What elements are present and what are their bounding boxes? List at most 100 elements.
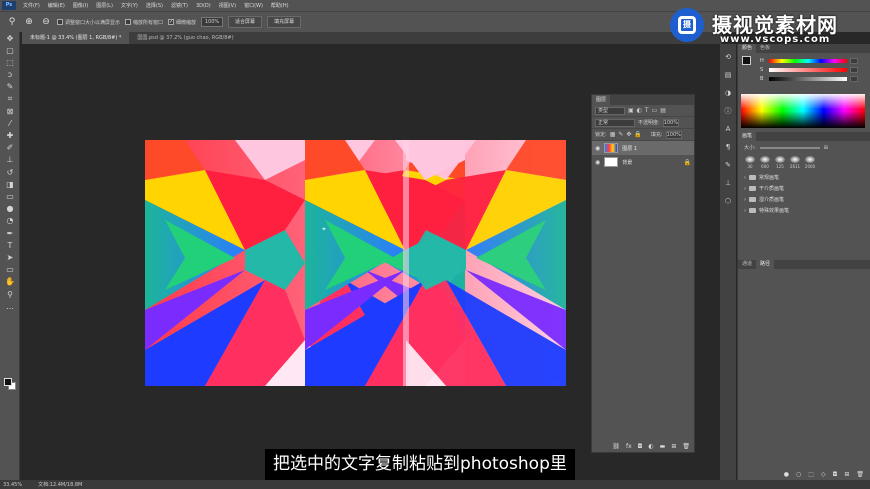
status-zoom[interactable]: 33.45% bbox=[3, 482, 22, 488]
add-mask-icon[interactable]: ◘ bbox=[833, 471, 838, 478]
delete-layer-icon[interactable]: 🗑 bbox=[682, 443, 690, 450]
healing-tool-icon[interactable]: ✚ bbox=[0, 130, 20, 142]
crop-tool-icon[interactable]: ⌗ bbox=[0, 93, 20, 105]
menu-edit[interactable]: 编辑(E) bbox=[44, 2, 69, 9]
blur-tool-icon[interactable]: ● bbox=[0, 203, 20, 215]
resize-windows-checkbox[interactable]: 调整窗口大小以满屏显示 bbox=[57, 19, 120, 26]
menu-help[interactable]: 帮助(H) bbox=[267, 2, 293, 9]
move-tool-icon[interactable]: ✥ bbox=[0, 32, 20, 44]
clone-source-icon[interactable]: ⊥ bbox=[720, 174, 736, 192]
path-select-tool-icon[interactable]: ➤ bbox=[0, 251, 20, 263]
brightness-value[interactable] bbox=[850, 75, 858, 82]
zoom-out-icon[interactable]: ⊖ bbox=[40, 16, 52, 28]
filter-shape-icon[interactable]: ▭ bbox=[652, 107, 658, 114]
brightness-slider[interactable] bbox=[769, 76, 847, 81]
brush-tip[interactable]: 2611 bbox=[789, 156, 801, 170]
menu-select[interactable]: 选择(S) bbox=[142, 2, 167, 9]
adjustments-icon[interactable]: ◑ bbox=[720, 84, 736, 102]
adjustment-layer-icon[interactable]: ◐ bbox=[648, 443, 653, 450]
artwork-image[interactable] bbox=[145, 140, 566, 386]
new-layer-icon[interactable]: ⊞ bbox=[671, 443, 676, 450]
menu-3d[interactable]: 3D(D) bbox=[192, 3, 215, 9]
opacity-field[interactable]: 100% bbox=[662, 118, 679, 127]
new-brush-icon[interactable]: ⊞ bbox=[824, 145, 828, 151]
lock-paint-icon[interactable]: ✎ bbox=[618, 131, 623, 138]
tab-guoguo-psd[interactable]: 国国.psd @ 37.2% (guo chao, RGB/8#) bbox=[129, 32, 242, 44]
brush-folder[interactable]: › 特殊效果画笔 bbox=[738, 205, 870, 216]
menu-window[interactable]: 窗口(W) bbox=[240, 2, 267, 9]
layers-tab[interactable]: 图层 bbox=[592, 95, 611, 105]
tab-channels[interactable]: 通道 bbox=[738, 260, 756, 269]
eraser-tool-icon[interactable]: ◨ bbox=[0, 178, 20, 190]
paragraph-icon[interactable]: ¶ bbox=[720, 138, 736, 156]
gradient-tool-icon[interactable]: ▭ bbox=[0, 190, 20, 202]
stamp-tool-icon[interactable]: ⊥ bbox=[0, 154, 20, 166]
brush-tip[interactable]: 30 bbox=[744, 156, 756, 170]
make-path-icon[interactable]: ◇ bbox=[821, 471, 826, 478]
delete-path-icon[interactable]: 🗑 bbox=[856, 471, 864, 478]
brush-tip[interactable]: 600 bbox=[759, 156, 771, 170]
menu-filter[interactable]: 滤镜(T) bbox=[167, 2, 192, 9]
new-group-icon[interactable]: ▬ bbox=[660, 443, 666, 450]
lasso-tool-icon[interactable]: ↄ bbox=[0, 69, 20, 81]
brush-settings-icon[interactable]: ✎ bbox=[720, 156, 736, 174]
filter-adjust-icon[interactable]: ◐ bbox=[637, 107, 642, 114]
filter-type-icon[interactable]: T bbox=[645, 107, 649, 114]
stroke-path-icon[interactable]: ○ bbox=[796, 471, 801, 478]
link-layers-icon[interactable]: ⛓ bbox=[612, 443, 620, 450]
zoom-tool-sidebar-icon[interactable]: ⚲ bbox=[0, 288, 20, 300]
hue-slider[interactable] bbox=[769, 58, 847, 63]
saturation-slider[interactable] bbox=[769, 67, 847, 72]
brush-tip[interactable]: 125 bbox=[774, 156, 786, 170]
pen-tool-icon[interactable]: ✒ bbox=[0, 227, 20, 239]
shape-tool-icon[interactable]: ▭ bbox=[0, 264, 20, 276]
zoom-value-field[interactable]: 100% bbox=[201, 17, 224, 27]
filter-pixel-icon[interactable]: ▣ bbox=[628, 107, 634, 114]
scrubby-zoom-checkbox[interactable]: ✓ 细微缩放 bbox=[168, 19, 196, 26]
history-icon[interactable]: ⟲ bbox=[720, 48, 736, 66]
saturation-value[interactable] bbox=[850, 66, 858, 73]
menu-file[interactable]: 文件(F) bbox=[19, 2, 44, 9]
hue-value[interactable] bbox=[850, 57, 858, 64]
fit-screen-button[interactable]: 适合屏幕 bbox=[228, 16, 263, 28]
tab-paths[interactable]: 路径 bbox=[756, 260, 775, 269]
load-selection-icon[interactable]: ⬚ bbox=[808, 471, 814, 478]
brush-folder[interactable]: › 干介质画笔 bbox=[738, 183, 870, 194]
zoom-in-icon[interactable]: ⊕ bbox=[23, 16, 35, 28]
type-tool-icon[interactable]: T bbox=[0, 239, 20, 251]
brush-folder[interactable]: › 常规画笔 bbox=[738, 172, 870, 183]
history-brush-icon[interactable]: ↺ bbox=[0, 166, 20, 178]
menu-type[interactable]: 文字(Y) bbox=[117, 2, 142, 9]
fx-icon[interactable]: fx bbox=[626, 443, 632, 450]
character-icon[interactable]: A bbox=[720, 120, 736, 138]
zoom-tool-icon[interactable]: ⚲ bbox=[6, 16, 18, 28]
filter-smart-icon[interactable]: ▤ bbox=[660, 107, 666, 114]
quick-select-tool-icon[interactable]: ✎ bbox=[0, 81, 20, 93]
new-path-icon[interactable]: ⊞ bbox=[844, 471, 849, 478]
visibility-eye-icon[interactable]: ◉ bbox=[595, 159, 600, 166]
info-icon[interactable]: ⓘ bbox=[720, 102, 736, 120]
tab-brushes[interactable]: 画笔 bbox=[738, 132, 757, 141]
layer-row-layer1[interactable]: ◉ 图层 1 bbox=[592, 141, 694, 155]
hand-tool-icon[interactable]: ✋ bbox=[0, 276, 20, 288]
color-spectrum[interactable] bbox=[741, 94, 865, 128]
dodge-tool-icon[interactable]: ◔ bbox=[0, 215, 20, 227]
fill-field[interactable]: 100% bbox=[665, 130, 682, 139]
brush-folder[interactable]: › 湿介质画笔 bbox=[738, 194, 870, 205]
frame-tool-icon[interactable]: ⊠ bbox=[0, 105, 20, 117]
more-tools-icon[interactable]: … bbox=[0, 300, 20, 312]
add-mask-icon[interactable]: ◘ bbox=[638, 443, 643, 450]
blend-mode-select[interactable]: 正常 bbox=[595, 118, 635, 127]
visibility-eye-icon[interactable]: ◉ bbox=[595, 145, 600, 152]
brush-tool-icon[interactable]: ✐ bbox=[0, 142, 20, 154]
eyedropper-tool-icon[interactable]: ⁄ bbox=[0, 117, 20, 129]
properties-icon[interactable]: ▤ bbox=[720, 66, 736, 84]
fill-path-icon[interactable]: ● bbox=[784, 471, 789, 478]
lock-pixels-icon[interactable]: ▦ bbox=[610, 131, 616, 138]
lock-position-icon[interactable]: ✥ bbox=[626, 131, 631, 138]
fill-screen-button[interactable]: 填充屏幕 bbox=[267, 16, 302, 28]
layer-row-background[interactable]: ◉ 背景 🔒 bbox=[592, 155, 694, 169]
menu-layer[interactable]: 图层(L) bbox=[92, 2, 117, 9]
brush-size-slider[interactable] bbox=[759, 146, 820, 149]
lock-all-icon[interactable]: 🔒 bbox=[634, 131, 641, 138]
